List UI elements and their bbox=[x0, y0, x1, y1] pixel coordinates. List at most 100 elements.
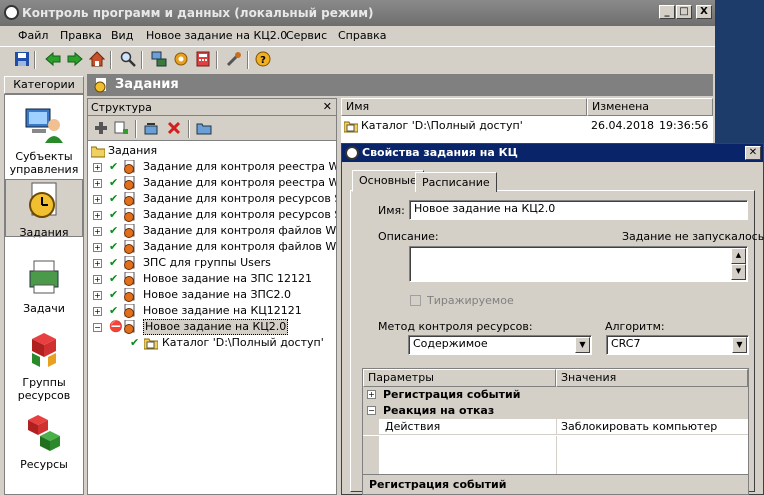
column-name[interactable]: Имя bbox=[341, 98, 587, 116]
help-icon[interactable]: ? bbox=[255, 51, 271, 67]
algorithm-select[interactable]: CRC7 ▼ bbox=[606, 335, 749, 355]
check-icon: ✔ bbox=[109, 192, 119, 205]
name-field[interactable]: Новое задание на КЦ2.0 bbox=[409, 200, 748, 220]
method-value: Содержимое bbox=[413, 337, 488, 350]
tree-item[interactable]: − ⛔ Новое задание на КЦ2.0 bbox=[88, 319, 336, 335]
tree-item[interactable]: + ✔ Новое задание на ЗПС 12121 bbox=[88, 271, 336, 287]
toolbar-separator bbox=[34, 51, 36, 69]
column-values[interactable]: Значения bbox=[556, 369, 748, 387]
expand-icon[interactable]: + bbox=[93, 227, 102, 236]
category-tasks[interactable]: Задания bbox=[5, 179, 83, 239]
search-icon[interactable] bbox=[120, 51, 136, 67]
folder-icon[interactable] bbox=[196, 120, 212, 136]
structure-header: Структура ✕ bbox=[87, 98, 337, 116]
minimize-button[interactable]: _ bbox=[659, 5, 675, 19]
category-label: Задачи bbox=[23, 302, 65, 315]
tree-item[interactable]: + ✔ Новое задание на КЦ12121 bbox=[88, 303, 336, 319]
tree-item[interactable]: + ✔ ЗПС для группы Users bbox=[88, 255, 336, 271]
check-icon: ✔ bbox=[109, 160, 119, 173]
check-icon: ✔ bbox=[109, 288, 119, 301]
tree-item-label: Новое задание на КЦ2.0 bbox=[143, 319, 289, 335]
save-icon[interactable] bbox=[14, 51, 30, 67]
check-icon: ✔ bbox=[109, 224, 119, 237]
menu-file[interactable]: Файл bbox=[18, 29, 48, 42]
cubes-icon bbox=[28, 415, 60, 451]
list-row[interactable]: Каталог 'D:\Полный доступ' 26.04.2018 19… bbox=[341, 118, 713, 134]
expand-icon[interactable]: + bbox=[93, 291, 102, 300]
tree-item[interactable]: + ✔ Задание для контроля файлов Window bbox=[88, 223, 336, 239]
collapse-icon[interactable]: − bbox=[93, 323, 102, 332]
expand-icon[interactable]: + bbox=[93, 259, 102, 268]
home-icon[interactable] bbox=[89, 51, 105, 67]
app-icon bbox=[4, 5, 19, 20]
scroll-down-icon[interactable]: ▼ bbox=[731, 264, 746, 280]
add-task-icon[interactable] bbox=[113, 120, 129, 136]
replicated-checkbox[interactable] bbox=[410, 295, 421, 306]
delete-icon[interactable] bbox=[166, 120, 182, 136]
gear-icon[interactable] bbox=[173, 51, 189, 67]
calculator-icon[interactable] bbox=[195, 51, 211, 67]
folder-document-icon bbox=[344, 121, 358, 133]
close-button[interactable]: X bbox=[696, 5, 712, 19]
scroll-up-icon[interactable]: ▲ bbox=[731, 248, 746, 264]
tree-item-label: Новое задание на КЦ12121 bbox=[143, 304, 302, 317]
user-computer-icon bbox=[25, 108, 63, 143]
list-row-time: 19:36:56 bbox=[659, 119, 709, 132]
chevron-down-icon[interactable]: ▼ bbox=[575, 337, 590, 353]
tree-item[interactable]: + ✔ Новое задание на ЗПС2.0 bbox=[88, 287, 336, 303]
dialog-close-button[interactable]: ✕ bbox=[745, 146, 761, 160]
check-icon: ✔ bbox=[109, 208, 119, 221]
expand-icon[interactable]: + bbox=[93, 195, 102, 204]
description-field[interactable]: ▲ ▼ bbox=[409, 246, 748, 282]
menu-edit[interactable]: Правка bbox=[60, 29, 102, 42]
menu-new-task[interactable]: Новое задание на КЦ2.0 bbox=[146, 29, 287, 42]
tree-item[interactable]: + ✔ Задание для контроля реестра Windo bbox=[88, 175, 336, 191]
edit-icon[interactable] bbox=[143, 120, 159, 136]
tree-root[interactable]: Задания bbox=[88, 143, 336, 159]
title-bar: Контроль программ и данных (локальный ре… bbox=[0, 0, 715, 26]
check-icon: ✔ bbox=[109, 176, 119, 189]
tools-icon[interactable] bbox=[226, 51, 242, 67]
collapse-icon[interactable]: − bbox=[367, 406, 376, 415]
menu-help[interactable]: Справка bbox=[338, 29, 386, 42]
method-select[interactable]: Содержимое ▼ bbox=[408, 335, 592, 355]
tree-item[interactable]: + ✔ Задание для контроля ресурсов Secre bbox=[88, 207, 336, 223]
forward-icon[interactable] bbox=[67, 51, 83, 67]
maximize-button[interactable]: □ bbox=[676, 5, 692, 19]
grid-group-events[interactable]: + Регистрация событий bbox=[363, 387, 748, 403]
tab-schedule[interactable]: Расписание bbox=[415, 172, 497, 192]
toolbar-separator bbox=[110, 51, 112, 69]
expand-icon[interactable]: + bbox=[93, 163, 102, 172]
structure-close-button[interactable]: ✕ bbox=[323, 100, 332, 113]
menu-service[interactable]: Сервис bbox=[286, 29, 327, 42]
description-title: Регистрация событий bbox=[369, 478, 507, 491]
task-icon bbox=[124, 272, 135, 286]
group-label: Реакция на отказ bbox=[383, 404, 495, 417]
task-icon bbox=[124, 240, 135, 254]
expand-icon[interactable]: + bbox=[93, 243, 102, 252]
grid-row-actions[interactable]: Действия Заблокировать компьютер bbox=[363, 419, 748, 435]
column-params[interactable]: Параметры bbox=[363, 369, 556, 387]
menu-view[interactable]: Вид bbox=[111, 29, 133, 42]
tree-item[interactable]: + ✔ Задание для контроля реестра Windo bbox=[88, 159, 336, 175]
category-jobs[interactable]: Задачи bbox=[5, 257, 83, 315]
tree-item[interactable]: + ✔ Задание для контроля файлов Window bbox=[88, 239, 336, 255]
category-resource-groups[interactable]: Группы ресурсов bbox=[5, 331, 83, 402]
category-resources[interactable]: Ресурсы bbox=[5, 413, 83, 471]
add-icon[interactable] bbox=[93, 120, 109, 136]
network-icon[interactable] bbox=[151, 51, 167, 67]
expand-icon[interactable]: + bbox=[93, 211, 102, 220]
column-changed[interactable]: Изменена bbox=[587, 98, 713, 116]
tree-item[interactable]: + ✔ Задание для контроля ресурсов Secre bbox=[88, 191, 336, 207]
chevron-down-icon[interactable]: ▼ bbox=[732, 337, 747, 353]
tree-child-item[interactable]: ✔ Каталог 'D:\Полный доступ' bbox=[88, 335, 336, 351]
grid-group-failure[interactable]: − Реакция на отказ bbox=[363, 403, 748, 419]
expand-icon[interactable]: + bbox=[93, 307, 102, 316]
back-icon[interactable] bbox=[45, 51, 61, 67]
expand-icon[interactable]: + bbox=[93, 275, 102, 284]
tab-main[interactable]: Основные bbox=[352, 170, 424, 192]
expand-icon[interactable]: + bbox=[93, 179, 102, 188]
method-label: Метод контроля ресурсов: bbox=[378, 320, 533, 333]
expand-icon[interactable]: + bbox=[367, 390, 376, 399]
category-subjects[interactable]: Субъекты управления bbox=[5, 105, 83, 176]
